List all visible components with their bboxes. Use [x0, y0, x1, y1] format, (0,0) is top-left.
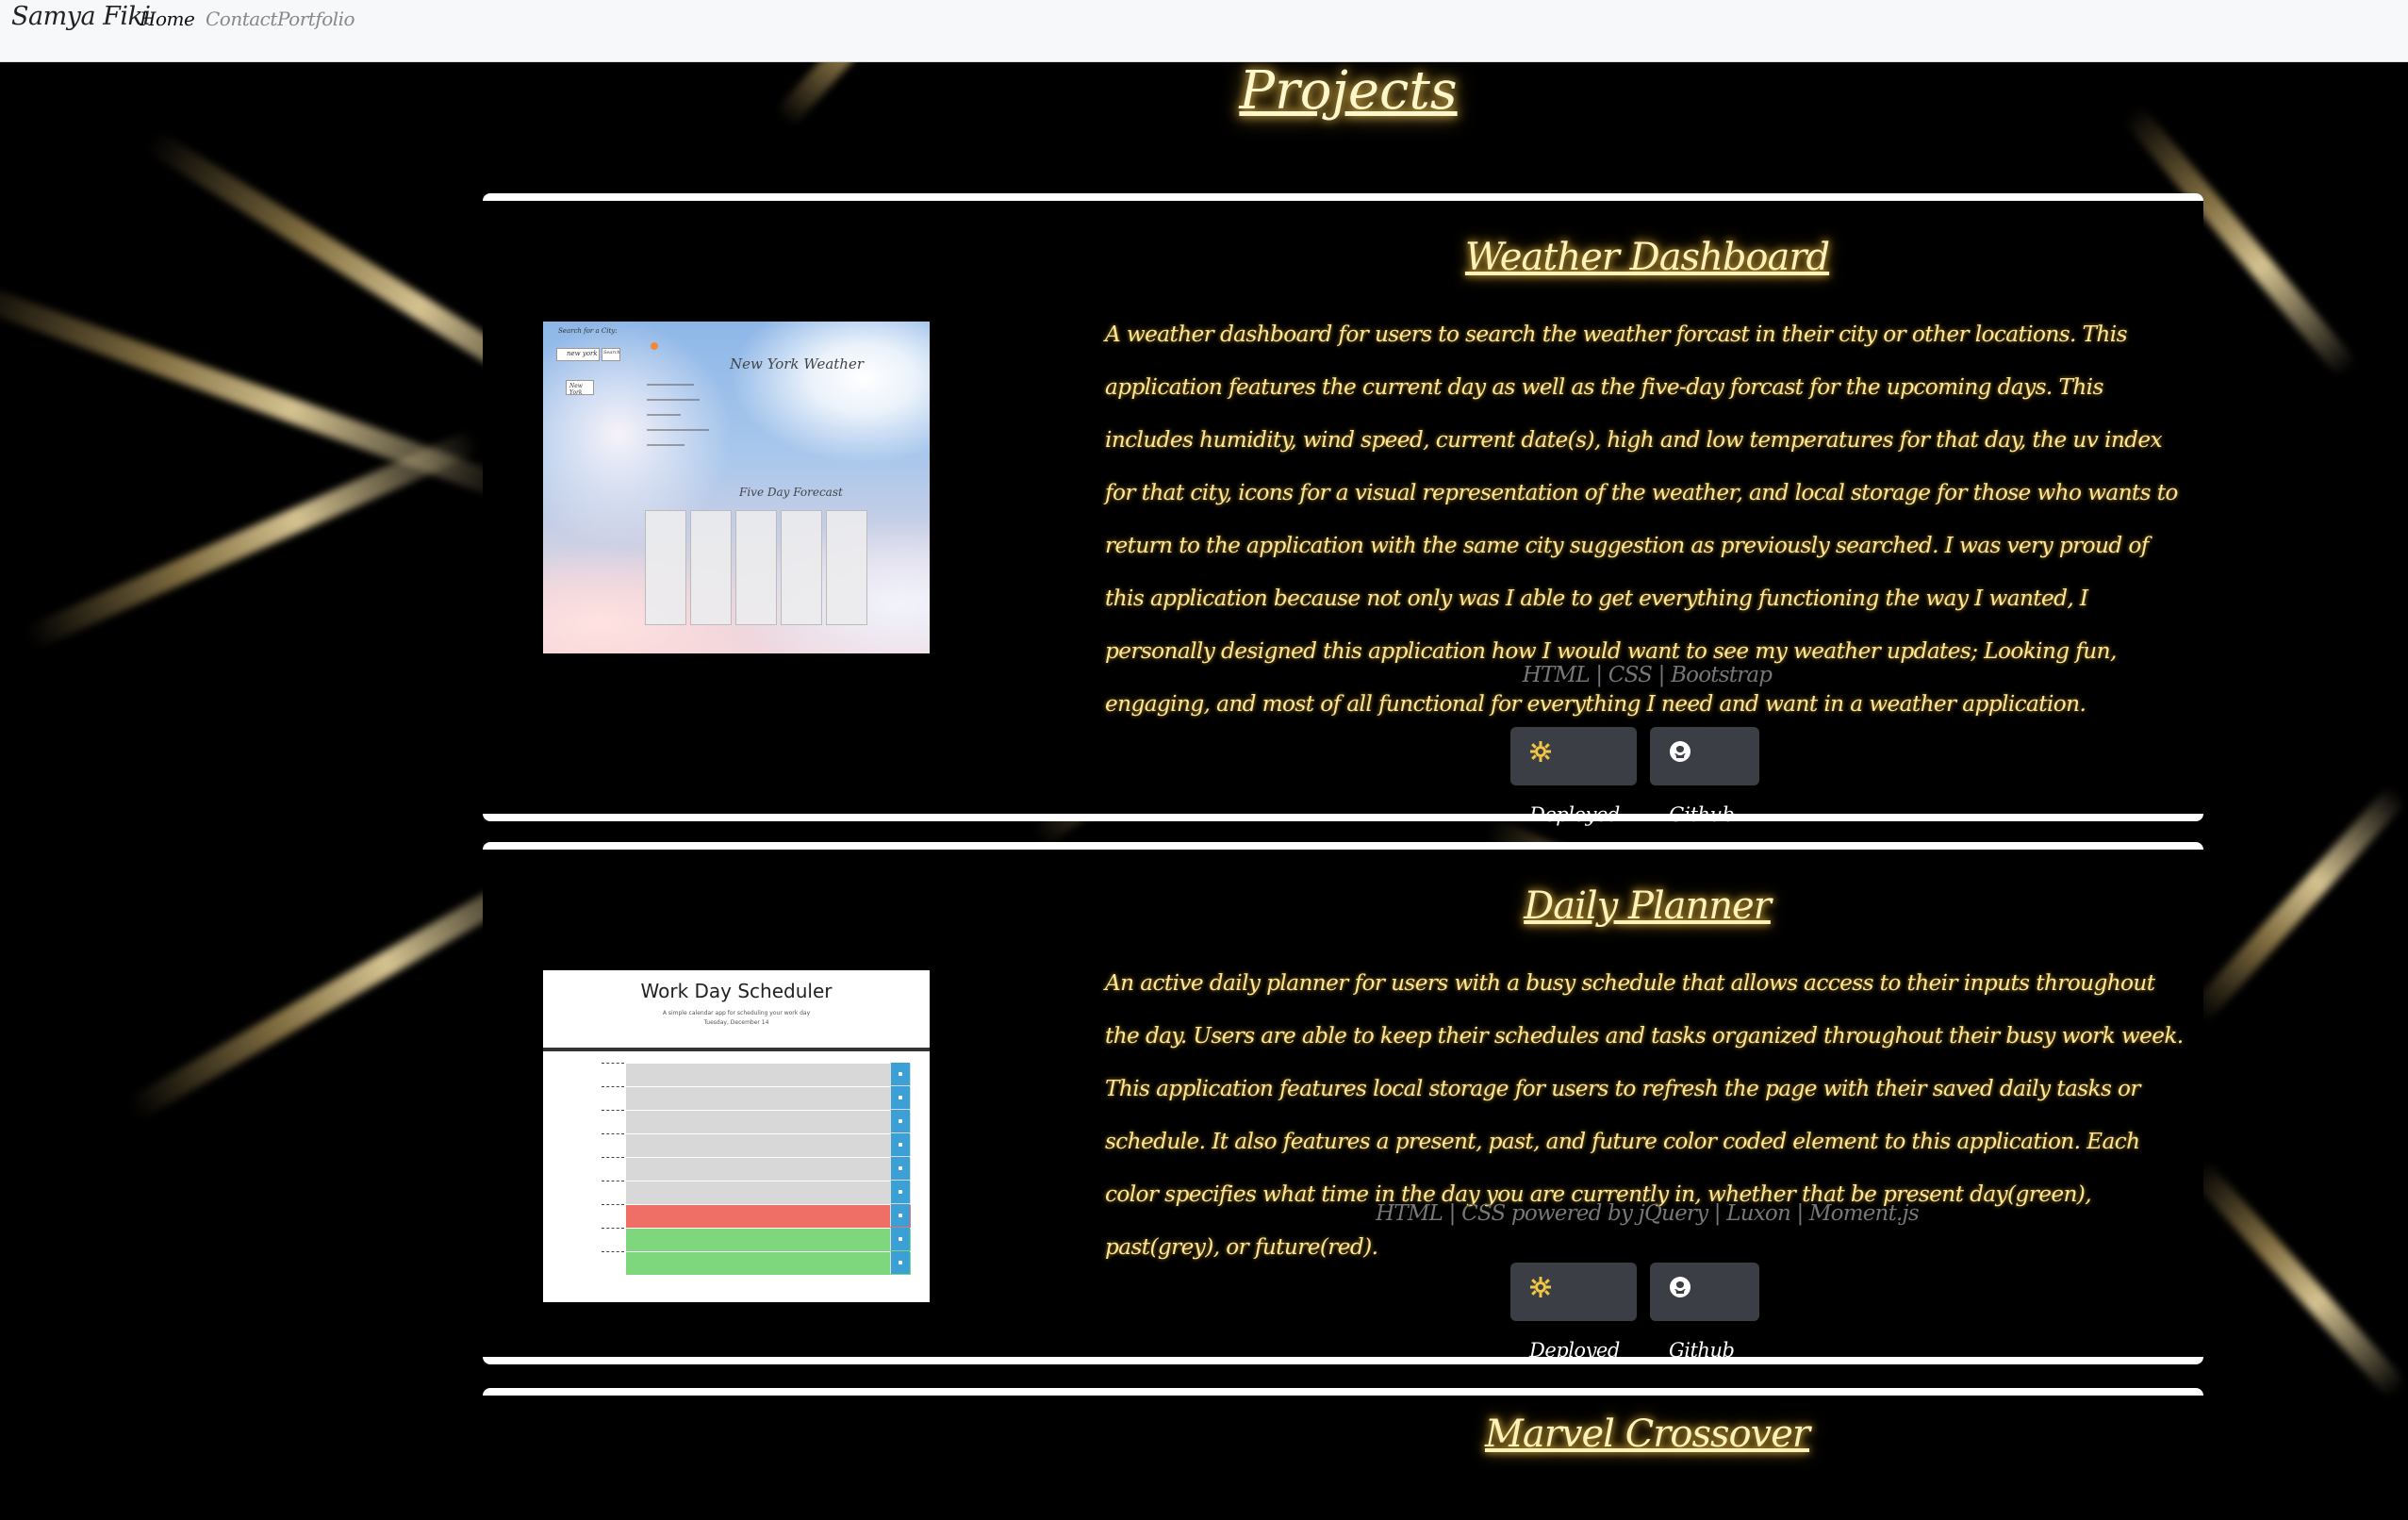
scheduler-save-button — [890, 1086, 910, 1109]
scheduler-hour — [602, 1181, 624, 1204]
forecast-card — [690, 510, 732, 625]
screenshot-forecast-heading: Five Day Forecast — [739, 486, 843, 499]
screenshot-search-label: Search for a City: — [558, 327, 618, 335]
navbar: Samya Fiki Home Contact Portfolio — [0, 0, 2408, 62]
forecast-card — [735, 510, 777, 625]
scheduler-row-past — [626, 1181, 911, 1204]
scheduler-title: Work Day Scheduler — [640, 980, 833, 1002]
deployed-button[interactable]: Deployed — [1510, 1263, 1637, 1362]
scheduler-row-present — [626, 1204, 911, 1228]
background-ray — [2187, 784, 2408, 1025]
scheduler-hour — [602, 1251, 624, 1275]
scheduler-hour — [602, 1086, 624, 1110]
scheduler-hour — [602, 1204, 624, 1228]
github-button-label: Github — [1669, 1339, 1735, 1362]
nav-link-contact[interactable]: Contact — [206, 8, 277, 30]
screenshot-search-button: Search — [602, 348, 620, 361]
brand-name[interactable]: Samya Fiki — [11, 2, 151, 31]
scheduler-save-button — [890, 1157, 910, 1180]
deployed-button-label: Deployed — [1529, 1339, 1620, 1362]
scheduler-subtitle: A simple calendar app for scheduling you… — [662, 1010, 811, 1016]
project-title: Marvel Crossover — [1484, 1413, 1810, 1456]
screenshot-history-item: New York — [566, 380, 594, 396]
deployed-button-label: Deployed — [1529, 803, 1620, 826]
project-card-weather-dashboard: Search for a City: new york Search New Y… — [483, 193, 2203, 826]
scheduler-save-button — [890, 1228, 910, 1250]
screenshot-city-heading: New York Weather — [730, 355, 865, 372]
scheduler-save-button — [890, 1181, 910, 1203]
gear-icon — [1529, 1263, 1552, 1321]
scheduler-hour — [602, 1157, 624, 1181]
project-title: Weather Dashboard — [1464, 236, 1830, 279]
weather-dashboard-screenshot[interactable]: Search for a City: new york Search New Y… — [543, 322, 930, 653]
nav-link-home[interactable]: Home — [140, 8, 195, 30]
project-tech-stack: HTML | CSS powered by jQuery | Luxon | M… — [1376, 1201, 1920, 1226]
scheduler-row-past — [626, 1110, 911, 1133]
scheduler-save-button — [890, 1110, 910, 1132]
project-title: Daily Planner — [1524, 884, 1772, 928]
page-title: Projects — [1239, 60, 1458, 122]
scheduler-hour — [602, 1133, 624, 1157]
scheduler-date: Tuesday, December 14 — [703, 1019, 769, 1026]
scheduler-header: Work Day Scheduler A simple calendar app… — [543, 970, 930, 1051]
gear-icon — [1529, 727, 1552, 785]
github-icon — [1669, 727, 1691, 785]
forecast-card — [645, 510, 686, 625]
nav-link-portfolio[interactable]: Portfolio — [277, 8, 355, 30]
github-button[interactable]: Github — [1650, 1263, 1759, 1362]
scheduler-save-button — [890, 1063, 910, 1085]
project-tech-stack: HTML | CSS | Bootstrap — [1522, 663, 1773, 687]
project-card-daily-planner: Work Day Scheduler A simple calendar app… — [483, 842, 2203, 1364]
project-description: An active daily planner for users with a… — [1105, 970, 2184, 1260]
scheduler-save-button — [890, 1133, 910, 1156]
scheduler-row-future — [626, 1228, 911, 1251]
daily-planner-screenshot[interactable]: Work Day Scheduler A simple calendar app… — [543, 970, 930, 1302]
scheduler-hour — [602, 1110, 624, 1133]
scheduler-hour — [602, 1063, 624, 1086]
scheduler-save-button — [890, 1251, 910, 1274]
background-ray — [23, 428, 482, 651]
scheduler-row-past — [626, 1133, 911, 1157]
scheduler-row-past — [626, 1063, 911, 1086]
github-button-label: Github — [1669, 803, 1735, 826]
screenshot-weather-details — [647, 384, 722, 446]
forecast-card — [826, 510, 867, 625]
screenshot-search-input: new york — [556, 348, 600, 361]
scheduler-page: Work Day Scheduler A simple calendar app… — [543, 970, 930, 1302]
github-icon — [1669, 1263, 1691, 1321]
scheduler-hour — [602, 1228, 624, 1251]
scheduler-row-past — [626, 1157, 911, 1181]
scheduler-save-button — [890, 1204, 910, 1227]
scheduler-row-future — [626, 1251, 911, 1275]
background-ray — [2187, 1159, 2408, 1400]
project-card-marvel-crossover: Marvel Crossover — [483, 1388, 2203, 1520]
forecast-card — [781, 510, 822, 625]
deployed-button[interactable]: Deployed — [1510, 727, 1637, 826]
github-button[interactable]: Github — [1650, 727, 1759, 826]
scheduler-row-past — [626, 1086, 911, 1110]
sun-icon — [651, 342, 658, 350]
